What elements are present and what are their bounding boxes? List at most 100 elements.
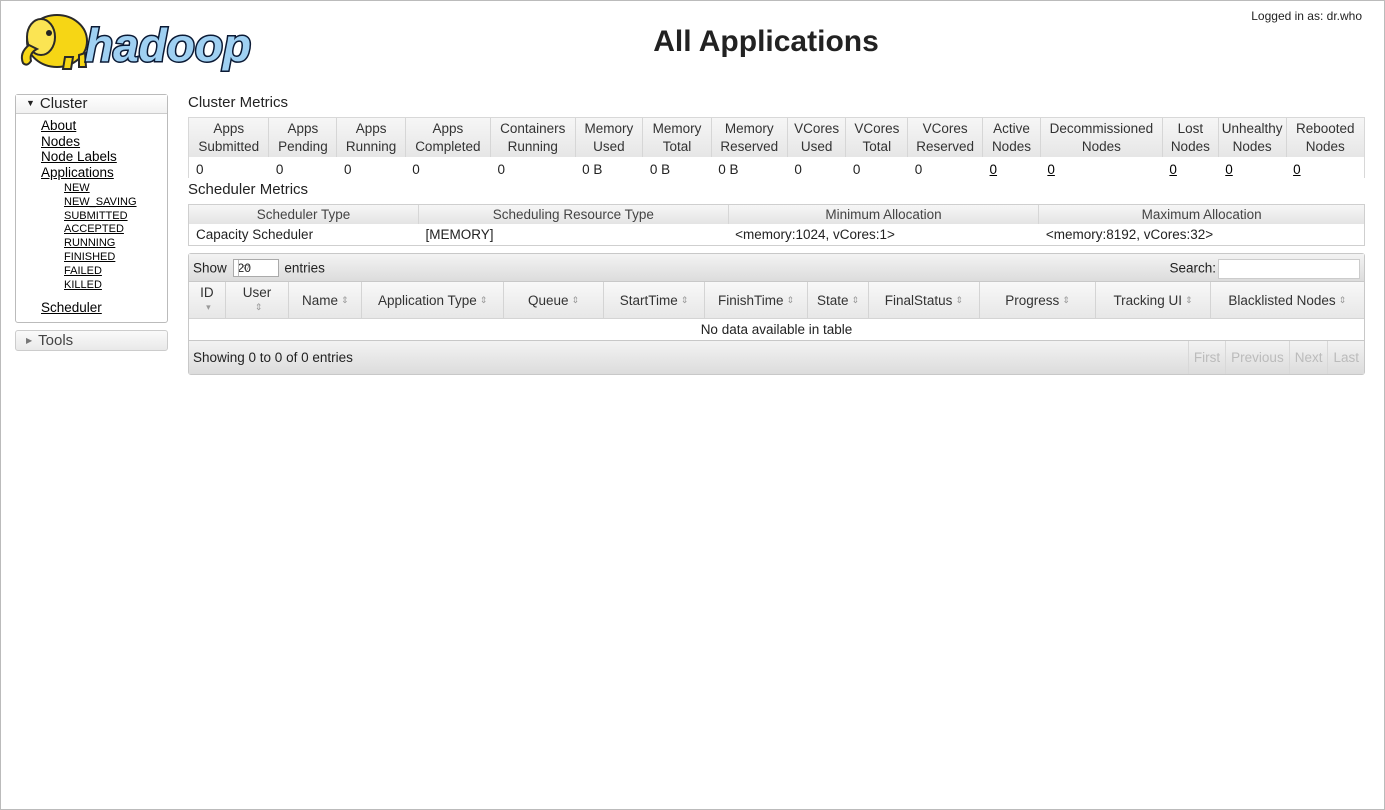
cluster-metric-header: Memory Total <box>642 118 712 157</box>
cluster-label: Cluster <box>39 95 88 112</box>
column-header-label: FinalStatus <box>884 292 953 308</box>
cluster-metric-header-line1: Decommissioned <box>1049 121 1154 136</box>
column-header[interactable]: Progress ⇕ <box>979 282 1097 319</box>
cluster-metric-value-link[interactable]: 0 <box>1169 162 1177 177</box>
cluster-metric-value: 0 <box>189 157 269 178</box>
sort-icon: ⇕ <box>1062 294 1070 305</box>
column-header[interactable]: FinalStatus ⇕ <box>868 282 980 319</box>
column-header[interactable]: Application Type ⇕ <box>361 282 504 319</box>
table-info: Showing 0 to 0 of 0 entries <box>193 350 353 365</box>
column-header-label: Application Type <box>377 292 477 308</box>
nav-link-state-submitted[interactable]: SUBMITTED <box>64 210 167 224</box>
cluster-metric-header-line1: VCores <box>854 121 900 136</box>
column-header[interactable]: StartTime ⇕ <box>603 282 706 319</box>
column-header-label: FinishTime <box>718 292 784 308</box>
cluster-metric-header-line2: Completed <box>415 139 481 154</box>
pager-last-button[interactable]: Last <box>1327 341 1364 374</box>
cluster-metric-header-line2: Reserved <box>720 139 779 154</box>
cluster-metric-value: 0 B <box>575 157 643 178</box>
search-label: Search: <box>1169 260 1216 276</box>
nav-link-applications[interactable]: Applications <box>41 165 167 181</box>
column-header[interactable]: FinishTime ⇕ <box>704 282 809 319</box>
cluster-metric-header-line2: Submitted <box>198 139 260 154</box>
applications-header-row: ID ▾ User ⇕ Name ⇕ Application Type ⇕ Queue ⇕ Star… <box>189 282 1364 319</box>
cluster-links: About Nodes Node Labels Applications NEW… <box>16 114 167 322</box>
cluster-metric-header-line2: Pending <box>278 139 328 154</box>
nav-link-state-new-saving[interactable]: NEW_SAVING <box>64 196 167 210</box>
scheduler-metrics-value-row: Capacity Scheduler [MEMORY] <memory:1024, … <box>189 224 1364 245</box>
cluster-metric-value-link[interactable]: 0 <box>1225 162 1233 177</box>
cluster-metric-value-text: 0 B <box>718 161 739 177</box>
cluster-metric-value-link[interactable]: 0 <box>990 162 998 177</box>
nav-link-state-finished[interactable]: FINISHED <box>64 251 167 265</box>
search-control: Search: <box>1169 259 1360 279</box>
cluster-metric-header-line1: Active <box>993 121 1030 136</box>
nav-link-nodes[interactable]: Nodes <box>41 134 167 150</box>
nav-link-about[interactable]: About <box>41 118 167 134</box>
cluster-metric-value: 0 B <box>711 157 787 178</box>
cluster-metrics-value-row: 0 0 0 0 0 0 B 0 B 0 B 0 0 0 0 0 0 0 0 <box>189 157 1364 178</box>
tools-toggle[interactable]: ▶ Tools <box>15 329 168 351</box>
nav-link-state-accepted[interactable]: ACCEPTED <box>64 223 167 237</box>
column-header-label: Tracking UI <box>1113 292 1182 308</box>
page-length-select[interactable]: 20 ▽ <box>232 259 279 277</box>
cluster-metric-value-text: 0 <box>852 161 861 177</box>
cluster-metric-header-line1: Memory <box>584 121 634 136</box>
nav-link-state-new[interactable]: NEW <box>64 182 167 196</box>
scheduler-metric-value: <memory:8192, vCores:32> <box>1045 227 1214 242</box>
cluster-toggle[interactable]: ▼ Cluster <box>16 95 167 114</box>
column-header[interactable]: User ⇕ <box>225 282 290 319</box>
entries-label: entries <box>284 260 325 276</box>
nav-link-state-killed[interactable]: KILLED <box>64 279 167 293</box>
column-header-label: State <box>816 292 849 308</box>
cluster-metric-value-text: 0 <box>412 161 420 177</box>
pager-previous-button[interactable]: Previous <box>1225 341 1289 374</box>
column-header[interactable]: Name ⇕ <box>288 282 363 319</box>
cluster-metric-value: 0 <box>787 157 846 178</box>
column-header[interactable]: Queue ⇕ <box>503 282 605 319</box>
cluster-metric-header: Lost Nodes <box>1162 118 1219 157</box>
cluster-metric-value-link[interactable]: 0 <box>1047 162 1055 177</box>
cluster-panel: ▼ Cluster About Nodes Node Labels Applica… <box>15 94 168 323</box>
cluster-metric-header-line2: Total <box>662 139 692 154</box>
cluster-metric-header: Apps Pending <box>268 118 338 157</box>
triangle-right-icon: ▶ <box>26 335 33 345</box>
column-header[interactable]: Blacklisted Nodes ⇕ <box>1210 282 1364 319</box>
search-input[interactable] <box>1218 259 1360 279</box>
column-header-label: StartTime <box>619 292 678 308</box>
cluster-metric-header-line2: Nodes <box>1305 139 1345 154</box>
pagination: First Previous Next Last <box>1187 341 1364 374</box>
sort-icon: ⇕ <box>479 294 488 305</box>
cluster-metric-value: 0 <box>908 157 983 178</box>
sort-icon: ⇕ <box>1338 294 1347 305</box>
pager-next-button[interactable]: Next <box>1288 341 1328 374</box>
scheduler-metric-header: Scheduler Type <box>189 205 420 224</box>
nav-link-state-failed[interactable]: FAILED <box>64 265 167 279</box>
cluster-metric-value: 0 <box>1040 157 1162 178</box>
sort-icon: ⇕ <box>955 294 963 305</box>
column-header[interactable]: Tracking UI ⇕ <box>1095 282 1211 319</box>
sort-icon: ⇕ <box>786 294 795 305</box>
sort-icon: ⇕ <box>1184 294 1193 305</box>
cluster-metric-header-line2: Running <box>345 139 397 154</box>
cluster-metric-header-line2: Used <box>800 139 833 154</box>
column-header[interactable]: ID ▾ <box>189 282 226 319</box>
scheduler-metric-header: Minimum Allocation <box>728 205 1040 224</box>
nav-link-node-labels[interactable]: Node Labels <box>41 149 167 165</box>
pager-first-button[interactable]: First <box>1187 341 1225 374</box>
column-header-label: User <box>242 285 272 300</box>
cluster-metric-header-line2: Total <box>862 139 892 154</box>
nav-link-state-running[interactable]: RUNNING <box>64 237 167 251</box>
column-header[interactable]: State ⇕ <box>807 282 869 319</box>
cluster-metric-value-link[interactable]: 0 <box>1293 162 1301 177</box>
cluster-metric-header: VCores Used <box>787 118 847 157</box>
empty-message: No data available in table <box>700 322 853 337</box>
cluster-metric-header-line2: Running <box>507 139 558 154</box>
cluster-metric-header: Apps Completed <box>405 118 491 157</box>
cluster-metric-header-line1: VCores <box>794 121 840 136</box>
cluster-metric-value: 0 <box>846 157 908 178</box>
applications-table: Show 20 ▽ entries Search: ID ▾ User ⇕ Name ⇕ Ap… <box>188 253 1365 375</box>
column-header-label: Blacklisted Nodes <box>1228 292 1336 308</box>
cluster-metric-header-line2: Reserved <box>916 139 975 154</box>
nav-link-scheduler[interactable]: Scheduler <box>41 300 167 316</box>
